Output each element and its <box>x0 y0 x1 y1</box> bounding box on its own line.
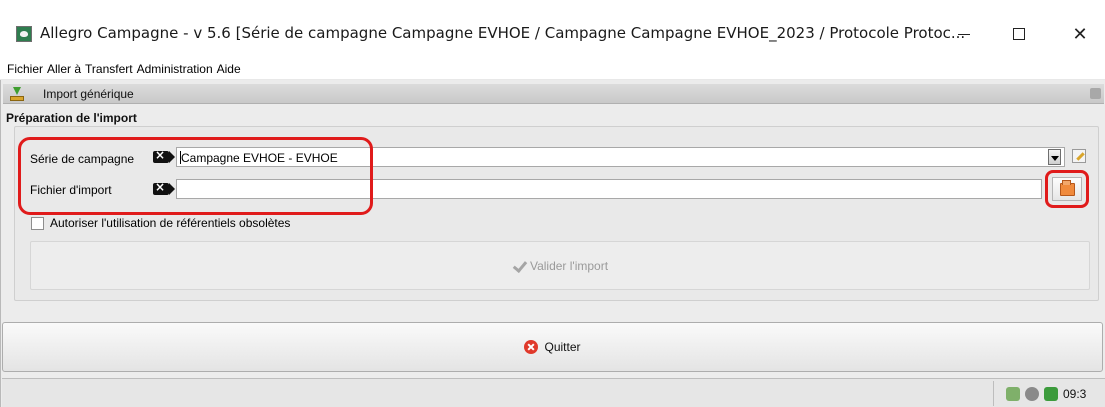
status-tray: 09:3 <box>993 381 1105 406</box>
panel-header: Import générique <box>3 84 1104 104</box>
help-icon[interactable] <box>1090 88 1101 99</box>
validate-import-label: Valider l'import <box>529 258 609 273</box>
maximize-button[interactable] <box>996 14 1042 54</box>
browse-file-button[interactable] <box>1052 177 1082 201</box>
quit-button[interactable]: Quitter <box>2 322 1103 372</box>
campaign-series-label: Série de campagne <box>30 152 135 166</box>
menu-aide[interactable]: Aide <box>217 62 241 76</box>
minimize-icon <box>958 33 970 35</box>
flag-icon <box>1044 386 1058 401</box>
menu-bar: Fichier Aller à Transfert Administration… <box>0 58 1105 80</box>
dropdown-arrow-icon[interactable] <box>1048 149 1061 165</box>
import-file-label: Fichier d'import <box>30 183 112 197</box>
obsolete-referentials-label: Autoriser l'utilisation de référentiels … <box>50 216 291 230</box>
obsolete-referentials-checkbox[interactable] <box>31 217 44 230</box>
globe-icon <box>1025 386 1039 401</box>
close-button[interactable]: ✕ <box>1057 14 1103 54</box>
menu-transfert[interactable]: Transfert <box>85 62 133 76</box>
quit-label: Quitter <box>544 340 581 354</box>
import-file-input[interactable] <box>176 179 1042 199</box>
network-icon <box>1006 386 1020 401</box>
quit-icon <box>524 340 539 354</box>
minimize-button[interactable] <box>941 14 987 54</box>
app-icon <box>16 26 32 42</box>
maximize-icon <box>1013 28 1025 40</box>
window-title: Allegro Campagne - v 5.6 [Série de campa… <box>40 24 966 42</box>
check-icon <box>512 259 526 273</box>
validate-import-button[interactable]: Valider l'import <box>30 241 1090 290</box>
menu-administration[interactable]: Administration <box>137 62 213 76</box>
campaign-series-combobox[interactable]: Campagne EVHOE - EVHOE <box>176 147 1065 167</box>
tag-icon <box>153 180 175 195</box>
download-icon <box>10 86 24 101</box>
status-bar: 09:3 <box>2 378 1105 407</box>
panel-title: Import générique <box>43 86 134 101</box>
menu-fichier[interactable]: Fichier <box>7 62 43 76</box>
folder-icon <box>1060 180 1075 196</box>
section-title: Préparation de l'import <box>6 111 137 125</box>
title-bar: Allegro Campagne - v 5.6 [Série de campa… <box>0 0 1105 58</box>
menu-aller-a[interactable]: Aller à <box>47 62 81 76</box>
clock: 09:3 <box>1063 386 1087 401</box>
tag-icon <box>153 148 175 163</box>
campaign-series-value: Campagne EVHOE - EVHOE <box>181 151 338 165</box>
edit-icon[interactable] <box>1072 149 1086 163</box>
